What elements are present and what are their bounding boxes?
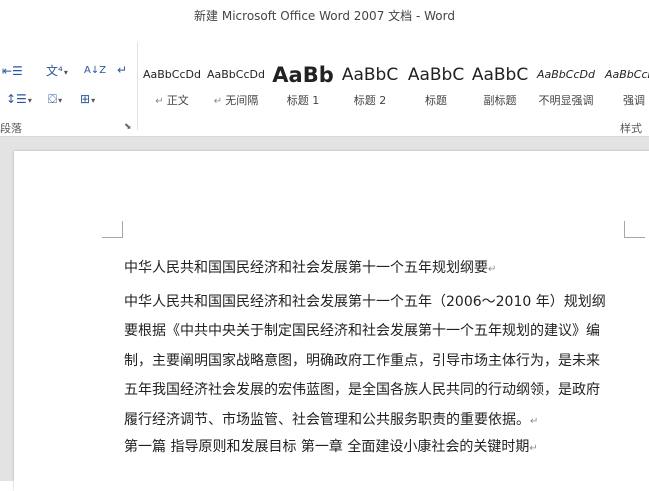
document-canvas[interactable]: 中华人民共和国国民经济和社会发展第十一个五年规划纲要↵ 中华人民共和国国民经济和… (0, 137, 649, 491)
style-preview: AaBb (272, 63, 334, 87)
style-preview: AaBbC (471, 65, 529, 85)
indent-button[interactable]: ⇤☰ (2, 63, 23, 79)
group-divider (137, 42, 138, 130)
style-label: 副标题 (483, 94, 517, 107)
style-label: 标题 1 (286, 94, 320, 107)
paragraph-mark-icon: ↵ (530, 415, 539, 427)
paragraph-dialog-launcher[interactable]: ⬊ (124, 122, 132, 132)
style-preview: AaBbCcDd (143, 68, 201, 81)
paragraph-group-label: 段落 (0, 122, 22, 135)
style-label: 无间隔 (225, 94, 259, 107)
body-line: 中华人民共和国国民经济和社会发展第十一个五年（2006～2010 年）规划纲 (124, 294, 606, 310)
body-line: 制，主要阐明国家战略意图，明确政府工作重点，引导市场主体行为，是未来 (124, 352, 600, 369)
style-preview: AaBbCcDd (537, 68, 595, 81)
document-page[interactable]: 中华人民共和国国民经济和社会发展第十一个五年规划纲要↵ 中华人民共和国国民经济和… (14, 151, 649, 491)
style-label: 正文 (166, 94, 189, 107)
style-no-spacing[interactable]: AaBbCcDd ↵ 无间隔 (204, 46, 268, 112)
style-preview: AaBbC (341, 65, 399, 85)
indent-icon: ⇤☰ (2, 64, 23, 78)
sort-button[interactable]: A↓Z (84, 63, 106, 79)
paragraph-mark-icon: ↵ (155, 96, 167, 107)
shading-button[interactable]: ⛋▾ (48, 91, 62, 109)
chinese-layout-button[interactable]: 文⁴▾ (46, 63, 68, 81)
body-line: 要根据《中共中央关于制定国民经济和社会发展第十一个五年规划的建议》编 (124, 323, 600, 340)
crop-mark-top-left (102, 221, 123, 238)
paragraph-mark-icon: ↵ (488, 264, 497, 275)
ribbon: ⇤☰ 文⁴▾ A↓Z ↵ ↕☰▾ ⛋▾ ⊞▾ 段落 ⬊ AaBbCcDd ↵ 正… (0, 36, 649, 137)
style-heading-2[interactable]: AaBbC 标题 2 (338, 46, 402, 112)
style-label: 标题 2 (353, 94, 387, 107)
styles-group-label: 样式 (620, 122, 642, 135)
style-label: 不明显强调 (538, 94, 594, 107)
document-heading: 中华人民共和国国民经济和社会发展第十一个五年规划纲要↵ (124, 260, 497, 276)
window-title: 新建 Microsoft Office Word 2007 文档 - Word (194, 9, 455, 23)
paragraph-mark-icon: ↵ (117, 63, 128, 77)
chevron-down-icon: ▾ (91, 96, 96, 105)
crop-mark-top-right (624, 221, 645, 238)
styles-gallery: AaBbCcDd ↵ 正文 AaBbCcDd ↵ 无间隔 AaBb 标题 1 A… (140, 46, 649, 112)
style-preview: AaBbC (407, 65, 465, 85)
chevron-down-icon: ▾ (27, 96, 32, 105)
document-body[interactable]: 中华人民共和国国民经济和社会发展第十一个五年规划纲要↵ 中华人民共和国国民经济和… (124, 256, 618, 461)
style-subtle-emphasis[interactable]: AaBbCcDd 不明显强调 (534, 46, 598, 112)
chinese-layout-icon: 文⁴ (46, 64, 63, 78)
paragraph-mark-icon: ↵ (213, 96, 226, 107)
title-bar: 新建 Microsoft Office Word 2007 文档 - Word (0, 0, 649, 36)
style-preview: AaBbCcDd (605, 68, 649, 81)
line-spacing-icon: ↕☰ (6, 92, 27, 106)
body-line: 五年我国经济社会发展的宏伟蓝图，是全国各族人民共同的行动纲领，是政府 (124, 382, 600, 399)
style-emphasis[interactable]: AaBbCcDd 强调 (602, 46, 649, 112)
chevron-down-icon: ▾ (63, 68, 68, 77)
style-preview: AaBbCcDd (207, 68, 265, 81)
paragraph-mark-icon: ↵ (529, 442, 538, 454)
borders-icon: ⊞ (80, 92, 91, 106)
style-label: 标题 (425, 94, 447, 107)
style-title[interactable]: AaBbC 标题 (404, 46, 468, 112)
style-heading-1[interactable]: AaBb 标题 1 (271, 46, 335, 112)
shading-icon: ⛋ (48, 92, 58, 106)
section-heading: 第一篇 指导原则和发展目标 第一章 全面建设小康社会的关键时期↵ (124, 438, 538, 455)
sort-icon: A↓Z (84, 65, 107, 76)
style-label: 强调 (623, 94, 645, 107)
body-line-last: 履行经济调节、市场监管、社会管理和公共服务职责的重要依据。↵ (124, 411, 539, 428)
document-paragraph: 中华人民共和国国民经济和社会发展第十一个五年（2006～2010 年）规划纲 要… (124, 288, 618, 435)
borders-button[interactable]: ⊞▾ (80, 91, 95, 109)
show-hide-marks-button[interactable]: ↵ (117, 62, 127, 78)
paragraph-group: ⇤☰ 文⁴▾ A↓Z ↵ ↕☰▾ ⛋▾ ⊞▾ 段落 ⬊ (0, 36, 137, 136)
line-spacing-button[interactable]: ↕☰▾ (6, 91, 32, 109)
chevron-down-icon: ▾ (58, 96, 63, 105)
style-subtitle[interactable]: AaBbC 副标题 (468, 46, 532, 112)
style-normal[interactable]: AaBbCcDd ↵ 正文 (140, 46, 204, 112)
